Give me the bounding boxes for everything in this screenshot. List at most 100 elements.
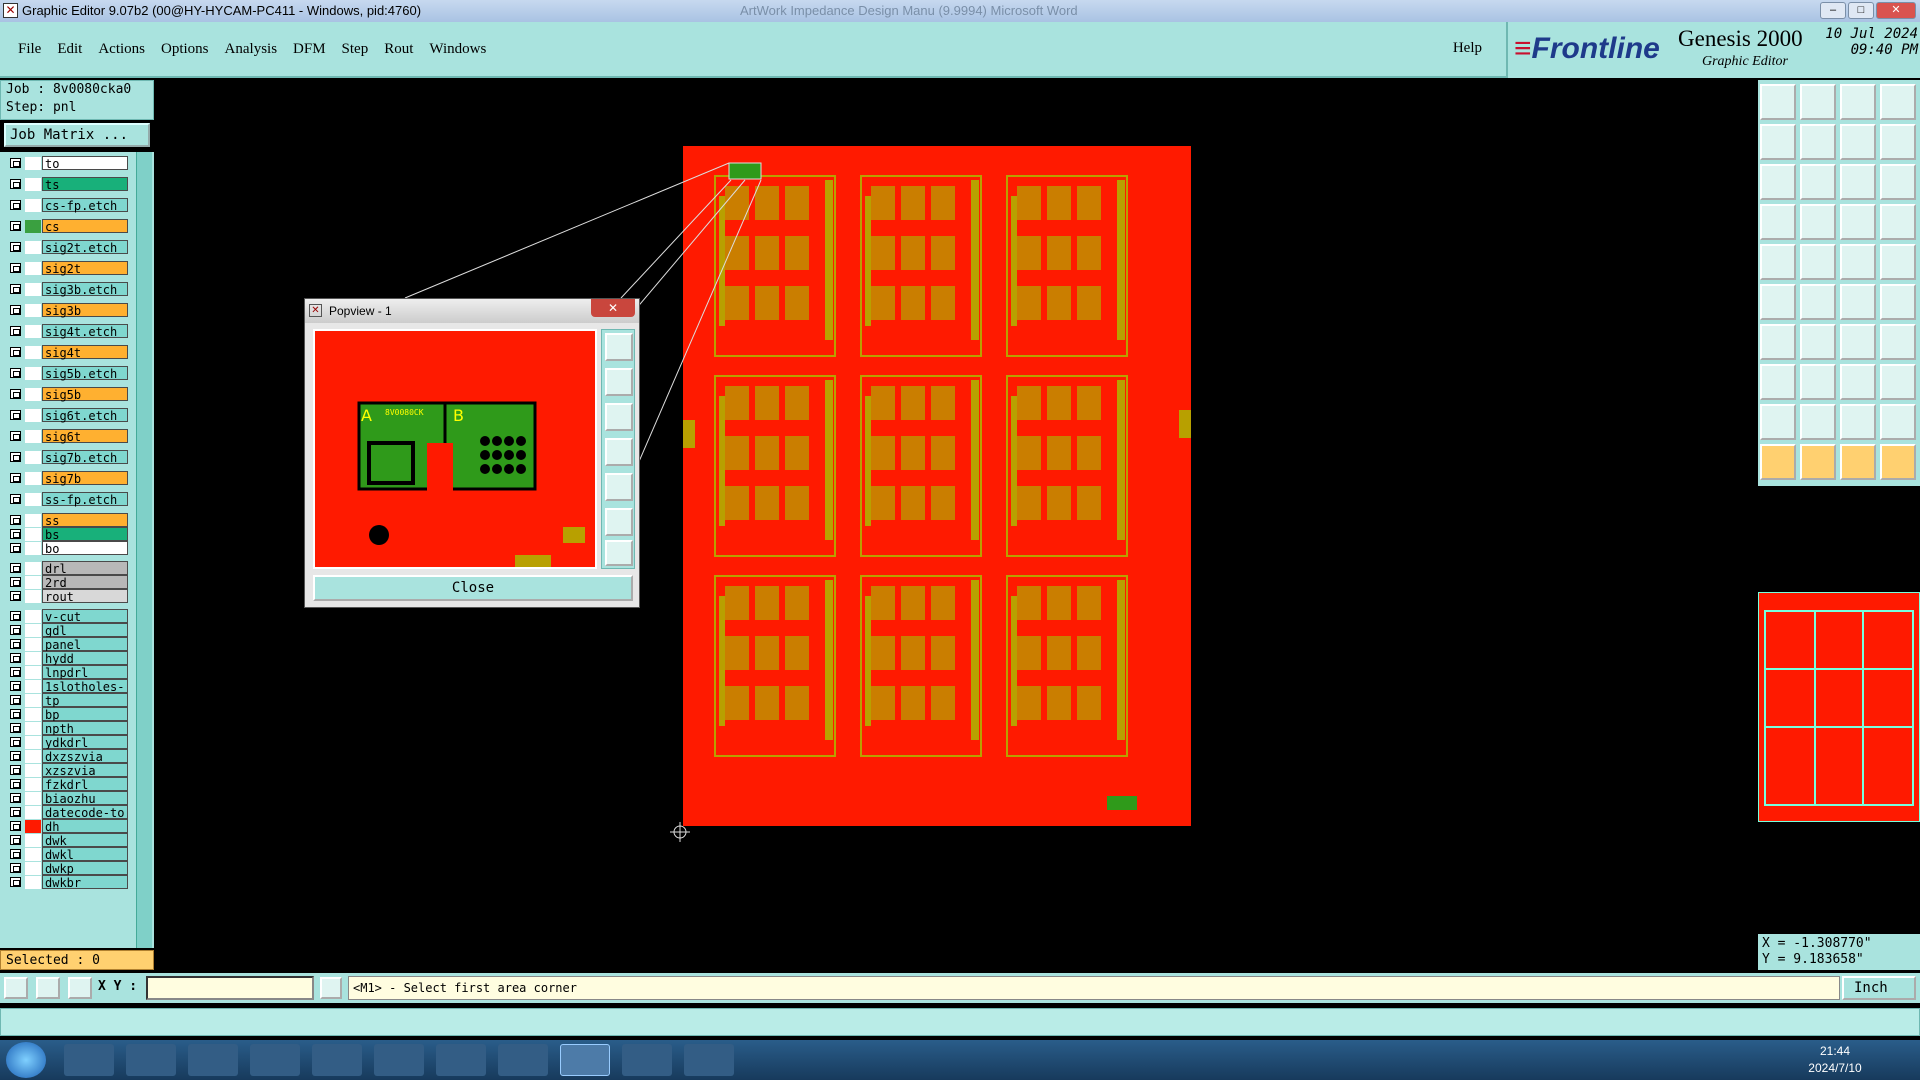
layer-checkbox[interactable] — [10, 529, 21, 539]
layer-checkbox[interactable] — [10, 807, 21, 817]
layer-name[interactable]: cs-fp.etch — [42, 198, 128, 213]
layer-name[interactable]: dh — [42, 819, 128, 834]
layer-swatch[interactable] — [25, 346, 41, 359]
layer-row[interactable]: datecode-to — [6, 805, 128, 820]
layer-row[interactable]: to — [6, 156, 128, 171]
layer-row[interactable]: dwk — [6, 833, 128, 848]
layer-row[interactable]: bo — [6, 541, 128, 556]
layer-checkbox[interactable] — [10, 284, 21, 294]
layer-row[interactable]: sig2t.etch — [6, 240, 128, 255]
layer-checkbox[interactable] — [10, 431, 21, 441]
red-shape-icon[interactable] — [1800, 244, 1836, 280]
layer-swatch[interactable] — [25, 834, 41, 847]
layer-swatch[interactable] — [25, 576, 41, 589]
layer-row[interactable]: 2rd — [6, 575, 128, 590]
taskbar-app-genesis-icon[interactable] — [560, 1044, 610, 1076]
prev-icon[interactable] — [1760, 124, 1796, 160]
layer-checkbox[interactable] — [10, 158, 21, 168]
xy-input[interactable] — [146, 976, 314, 1000]
layer-checkbox[interactable] — [10, 737, 21, 747]
layer-name[interactable]: sig7b — [42, 471, 128, 486]
layer-row[interactable]: gdl — [6, 623, 128, 638]
layer-checkbox[interactable] — [10, 863, 21, 873]
layer-swatch[interactable] — [25, 666, 41, 679]
layer-row[interactable]: hydd — [6, 651, 128, 666]
array-icon[interactable] — [1880, 364, 1916, 400]
maximize-button[interactable]: □ — [1848, 2, 1874, 19]
layer-checkbox[interactable] — [10, 639, 21, 649]
layer-checkbox[interactable] — [10, 305, 21, 315]
layer-name[interactable]: v-cut — [42, 609, 128, 624]
layer-checkbox[interactable] — [10, 821, 21, 831]
layer-row[interactable]: fzkdrl — [6, 777, 128, 792]
zoom-in-icon[interactable] — [605, 368, 633, 396]
layer-swatch[interactable] — [25, 590, 41, 603]
layer-name[interactable]: sig2t.etch — [42, 240, 128, 255]
layer-swatch[interactable] — [25, 778, 41, 791]
connect-icon[interactable] — [1760, 284, 1796, 320]
layer-row[interactable]: rout — [6, 589, 128, 604]
layer-checkbox[interactable] — [10, 723, 21, 733]
layer-name[interactable]: bs — [42, 527, 128, 542]
layer-swatch[interactable] — [25, 199, 41, 212]
layer-checkbox[interactable] — [10, 653, 21, 663]
layer-name[interactable]: sig6t.etch — [42, 408, 128, 423]
grid-icon[interactable] — [1800, 204, 1836, 240]
layer-checkbox[interactable] — [10, 179, 21, 189]
layer-swatch[interactable] — [25, 736, 41, 749]
layer-row[interactable]: dwkbr — [6, 875, 128, 890]
layer-checkbox[interactable] — [10, 473, 21, 483]
layer-checkbox[interactable] — [10, 389, 21, 399]
layer-name[interactable]: bp — [42, 707, 128, 722]
layer-name[interactable]: gdl — [42, 623, 128, 638]
layer-row[interactable]: ss — [6, 513, 128, 528]
layer-row[interactable]: panel — [6, 637, 128, 652]
layer-row[interactable]: sig3b.etch — [6, 282, 128, 297]
layer-row[interactable]: sig4t — [6, 345, 128, 360]
taskbar-app-shell-icon[interactable] — [64, 1044, 114, 1076]
layer-swatch[interactable] — [25, 680, 41, 693]
layer-name[interactable]: sig4t — [42, 345, 128, 360]
layer-row[interactable]: dwkl — [6, 847, 128, 862]
layer-row[interactable]: sig4t.etch — [6, 324, 128, 339]
layer-swatch[interactable] — [25, 262, 41, 275]
pointer2-icon[interactable] — [1800, 444, 1836, 480]
layer-checkbox[interactable] — [10, 611, 21, 621]
layer-row[interactable]: sig3b — [6, 303, 128, 318]
menu-windows[interactable]: Windows — [429, 41, 486, 58]
layers-a-icon[interactable] — [1840, 204, 1876, 240]
units-button[interactable]: Inch — [1842, 976, 1916, 1000]
layer-name[interactable]: to — [42, 156, 128, 171]
layer-name[interactable]: sig3b — [42, 303, 128, 318]
layer-swatch[interactable] — [25, 409, 41, 422]
layer-checkbox[interactable] — [10, 347, 21, 357]
cross-icon[interactable] — [1800, 284, 1836, 320]
menu-analysis[interactable]: Analysis — [225, 41, 278, 58]
layer-swatch[interactable] — [25, 472, 41, 485]
layer-checkbox[interactable] — [10, 326, 21, 336]
layer-swatch[interactable] — [25, 708, 41, 721]
layer-name[interactable]: dwkl — [42, 847, 128, 862]
layer-swatch[interactable] — [25, 652, 41, 665]
split-icon[interactable] — [1880, 84, 1916, 120]
pan-left-icon[interactable] — [605, 438, 633, 466]
layer-checkbox[interactable] — [10, 765, 21, 775]
layer-name[interactable]: ydkdrl — [42, 735, 128, 750]
layer-row[interactable]: dxzszvia — [6, 749, 128, 764]
layer-checkbox[interactable] — [10, 563, 21, 573]
layer-swatch[interactable] — [25, 876, 41, 889]
layer-row[interactable]: sig6t — [6, 429, 128, 444]
layer-checkbox[interactable] — [10, 709, 21, 719]
layer-name[interactable]: dwkbr — [42, 875, 128, 890]
taskbar-app-arrow-icon[interactable] — [684, 1044, 734, 1076]
layer-checkbox[interactable] — [10, 515, 21, 525]
popview-close-button[interactable]: Close — [313, 575, 633, 601]
layer-name[interactable]: rout — [42, 589, 128, 604]
zoom-home-icon[interactable] — [605, 333, 633, 361]
layer-row[interactable]: sig5b.etch — [6, 366, 128, 381]
layer-name[interactable]: fzkdrl — [42, 777, 128, 792]
layer-name[interactable]: tp — [42, 693, 128, 708]
layer-row[interactable]: sig5b — [6, 387, 128, 402]
minimize-button[interactable]: – — [1820, 2, 1846, 19]
layer-swatch[interactable] — [25, 220, 41, 233]
